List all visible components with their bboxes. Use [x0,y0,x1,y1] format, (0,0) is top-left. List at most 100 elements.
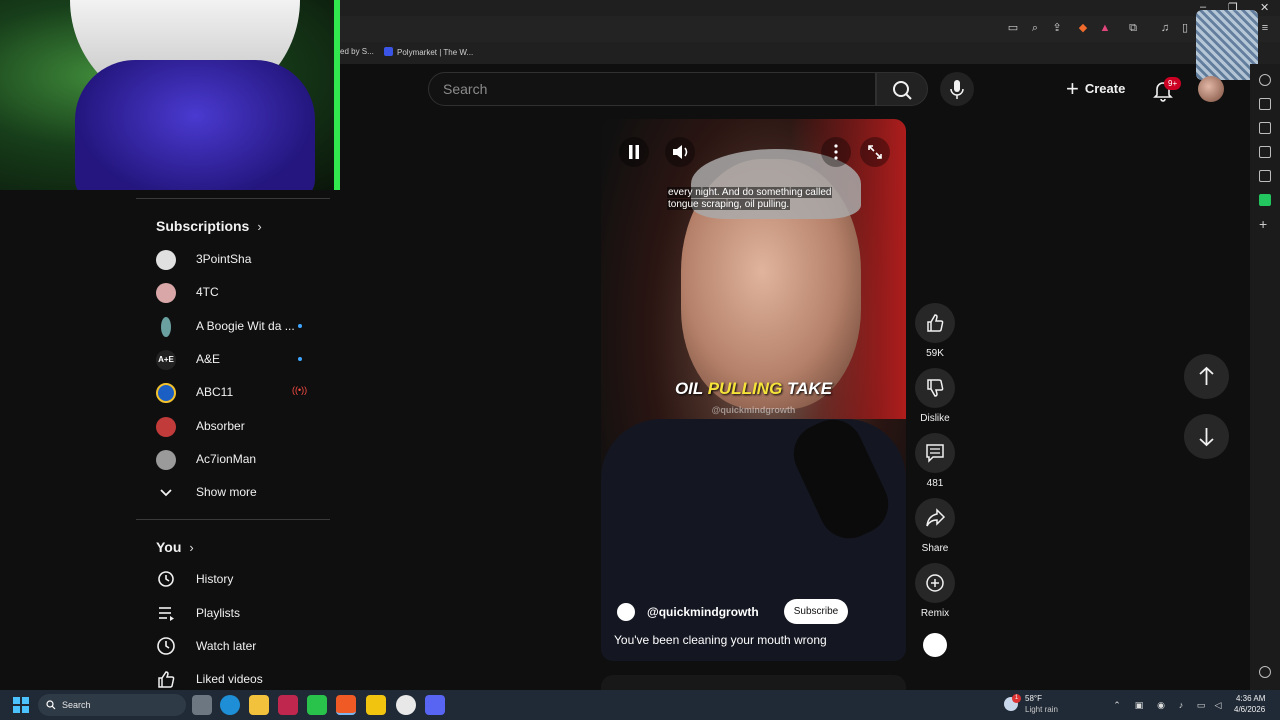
share-button[interactable] [915,498,955,538]
create-button[interactable]: + Create [1062,74,1138,104]
like-button[interactable] [915,303,955,343]
microphone-icon[interactable]: ♪ [1176,700,1186,710]
settings-gear-icon[interactable] [1259,666,1271,678]
nav-item-history[interactable]: History [136,563,330,596]
weather-temp[interactable]: 58°F [1025,694,1042,703]
clock-date[interactable]: 4/6/2026 [1234,705,1265,714]
weather-desc[interactable]: Light rain [1025,705,1058,714]
search-icon [46,700,56,710]
expand-icon [868,145,882,159]
taskbar-search[interactable]: Search [38,694,186,716]
kick-app-icon[interactable] [307,695,327,715]
new-content-dot [298,324,302,328]
clock-time[interactable]: 4:36 AM [1236,694,1265,703]
like-count: 59K [926,348,944,359]
cast-icon[interactable]: ▭ [1006,21,1020,35]
more-vert-icon [834,144,838,160]
subscriptions-heading[interactable]: Subscriptions › [156,218,262,234]
remix-button[interactable] [915,563,955,603]
file-explorer-icon[interactable] [249,695,269,715]
chevron-up-icon[interactable]: ⌃ [1112,700,1122,710]
next-short-preview[interactable] [601,675,906,690]
brave-icon[interactable] [336,695,356,715]
subscription-item[interactable]: A Boogie Wit da ... [136,310,330,343]
edge-icon[interactable] [220,695,240,715]
share-page-icon[interactable]: ⇪ [1050,21,1064,35]
windows-taskbar: Search 1 58°F Light rain ⌃ ▣ ◉ ♪ ▭ ◁ 4:3… [0,690,1280,720]
task-view-icon[interactable] [192,695,212,715]
brave-rewards-icon[interactable]: ▲ [1098,21,1112,35]
fullscreen-button[interactable] [860,137,890,167]
reading-list-icon[interactable] [1259,98,1271,110]
webcam-overlay [0,0,340,190]
comment-count: 481 [926,478,944,489]
history-icon [158,571,174,587]
subscription-item[interactable]: ABC11 ((•)) [136,376,330,409]
comments-button[interactable] [915,433,955,473]
volume-icon [673,145,688,159]
voice-search-button[interactable] [940,72,974,106]
tray-app-icon[interactable]: ▣ [1134,700,1144,710]
subscription-item[interactable]: Absorber [136,410,330,443]
volume-icon[interactable]: ◁ [1213,700,1223,710]
screenshot-icon[interactable]: ⧉ [1126,21,1140,35]
network-icon[interactable]: ▭ [1196,700,1206,710]
short-title[interactable]: You've been cleaning your mouth wrong [614,633,827,647]
app-icon[interactable] [396,695,416,715]
leo-ai-icon[interactable] [1259,74,1271,86]
channel-avatar: A+E [156,350,176,370]
bookmark-item[interactable]: ed by S... [340,47,374,56]
divider [136,198,330,199]
add-panel-icon[interactable]: + [1259,217,1271,231]
show-more-button[interactable]: Show more [136,476,330,509]
search-input[interactable]: Search [428,72,876,106]
subscribe-button[interactable]: Subscribe [784,599,848,624]
you-heading[interactable]: You › [156,539,194,555]
kick-icon[interactable] [1259,194,1271,206]
dislike-button[interactable] [915,368,955,408]
short-video-player[interactable]: every night. And do something called tong… [601,119,906,661]
app-icon[interactable] [278,695,298,715]
burned-in-caption: OIL PULLING TAKE [674,379,833,398]
pause-button[interactable] [619,137,649,167]
polymarket-icon [384,47,393,56]
chevron-down-icon [160,489,172,497]
share-icon [926,508,946,527]
history-panel-icon[interactable] [1259,146,1271,158]
corner-overlay-image [1196,10,1258,80]
search-button[interactable] [876,72,928,106]
weather-alert-badge: 1 [1012,694,1021,703]
brave-shield-icon[interactable]: ◆ [1076,21,1090,35]
notification-badge: 9+ [1164,77,1182,90]
nav-item-liked-videos[interactable]: Liked videos [136,663,330,690]
more-options-button[interactable] [821,137,851,167]
bookmark-item[interactable]: Polymarket | The W... [384,47,473,57]
nav-item-watch-later[interactable]: Watch later [136,630,330,663]
media-icon[interactable]: ♫ [1158,21,1172,35]
next-short-button[interactable] [1184,414,1229,459]
subscription-item[interactable]: 3PointSha [136,243,330,276]
wallet-icon[interactable] [1259,170,1271,182]
app-icon[interactable] [366,695,386,715]
windows-start-icon[interactable] [13,697,29,713]
nav-item-playlists[interactable]: Playlists [136,597,330,630]
zoom-icon[interactable]: ⌕ [1028,21,1042,35]
tray-app-icon[interactable]: ◉ [1156,700,1166,710]
volume-button[interactable] [665,137,695,167]
thumb-up-icon [927,314,944,332]
video-watermark: @quickmindgrowth [711,405,796,415]
discord-icon[interactable] [425,695,445,715]
bookmarks-icon[interactable] [1259,122,1271,134]
playlists-icon [159,607,174,621]
subscription-item[interactable]: Ac7ionMan [136,443,330,476]
dislike-label: Dislike [920,413,950,424]
menu-icon[interactable]: ≡ [1258,21,1272,35]
sidebar-toggle-icon[interactable]: ▯ [1178,21,1192,35]
account-avatar[interactable] [1198,76,1224,102]
remix-label: Remix [920,608,950,619]
close-window-button[interactable]: ✕ [1260,1,1269,14]
sound-avatar[interactable] [923,633,947,657]
subscription-item[interactable]: A+E A&E [136,343,330,376]
subscription-item[interactable]: 4TC [136,276,330,309]
previous-short-button[interactable] [1184,354,1229,399]
